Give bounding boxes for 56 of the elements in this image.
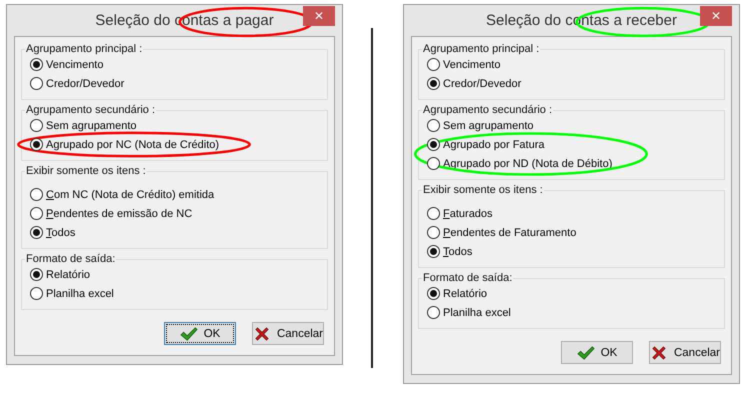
radio-button[interactable] [427,119,440,132]
radio-option[interactable]: Sem agrupamento [30,116,321,135]
radio-button[interactable] [427,138,440,151]
radio-button[interactable] [30,226,43,239]
cross-icon [650,344,668,360]
ok-button[interactable]: OK [561,341,633,364]
radio-option[interactable]: Todos [30,223,321,242]
radio-option[interactable]: Agrupado por ND (Nota de Débito) [427,154,718,173]
radio-button[interactable] [30,268,43,281]
radio-option[interactable]: Planilha excel [30,284,321,303]
radio-option[interactable]: Pendentes de Faturamento [427,223,718,242]
cross-icon [253,326,271,342]
group-label: Agrupamento secundário : [25,104,156,116]
radio-button[interactable] [30,138,43,151]
group-label: Agrupamento secundário : [422,104,554,116]
close-button[interactable]: ✕ [303,6,335,26]
group-label: Formato de saída: [25,253,116,265]
radio-option[interactable]: Sem agrupamento [427,116,718,135]
radio-button[interactable] [30,287,43,300]
group-label: Agrupamento principal : [25,43,144,55]
radio-option[interactable]: Faturados [427,204,718,223]
radio-option[interactable]: Credor/Devedor [30,74,321,93]
radio-option[interactable]: Com NC (Nota de Crédito) emitida [30,185,321,204]
group-label: Exibir somente os itens : [422,184,544,196]
radio-option[interactable]: Vencimento [30,55,321,74]
radio-button[interactable] [427,306,440,319]
radio-button[interactable] [30,188,43,201]
radio-option[interactable]: Pendentes de emissão de NC [30,204,321,223]
radio-button[interactable] [427,58,440,71]
radio-button[interactable] [30,207,43,220]
group-label: Exibir somente os itens : [25,165,147,177]
radio-option[interactable]: Todos [427,242,718,261]
checkmark-icon [576,344,595,360]
cancel-button[interactable]: Cancelar [649,341,721,364]
close-button[interactable]: ✕ [700,6,732,26]
ok-button[interactable]: OK [164,322,236,345]
checkmark-icon [180,326,198,342]
radio-button[interactable] [427,226,440,239]
radio-button[interactable] [427,245,440,258]
radio-option[interactable]: Agrupado por Fatura [427,135,718,154]
radio-button[interactable] [30,77,43,90]
cancel-button[interactable]: Cancelar [252,322,324,345]
radio-button[interactable] [30,58,43,71]
radio-button[interactable] [427,207,440,220]
radio-button[interactable] [427,157,440,170]
radio-option[interactable]: Agrupado por NC (Nota de Crédito) [30,135,321,154]
group-label: Formato de saída: [422,272,514,284]
radio-option[interactable]: Relatório [427,284,718,303]
radio-button[interactable] [427,287,440,300]
radio-option[interactable]: Relatório [30,265,321,284]
radio-option[interactable]: Vencimento [427,55,718,74]
radio-button[interactable] [30,119,43,132]
radio-option[interactable]: Credor/Devedor [427,74,718,93]
radio-button[interactable] [427,77,440,90]
radio-option[interactable]: Planilha excel [427,303,718,322]
group-label: Agrupamento principal : [422,43,540,55]
